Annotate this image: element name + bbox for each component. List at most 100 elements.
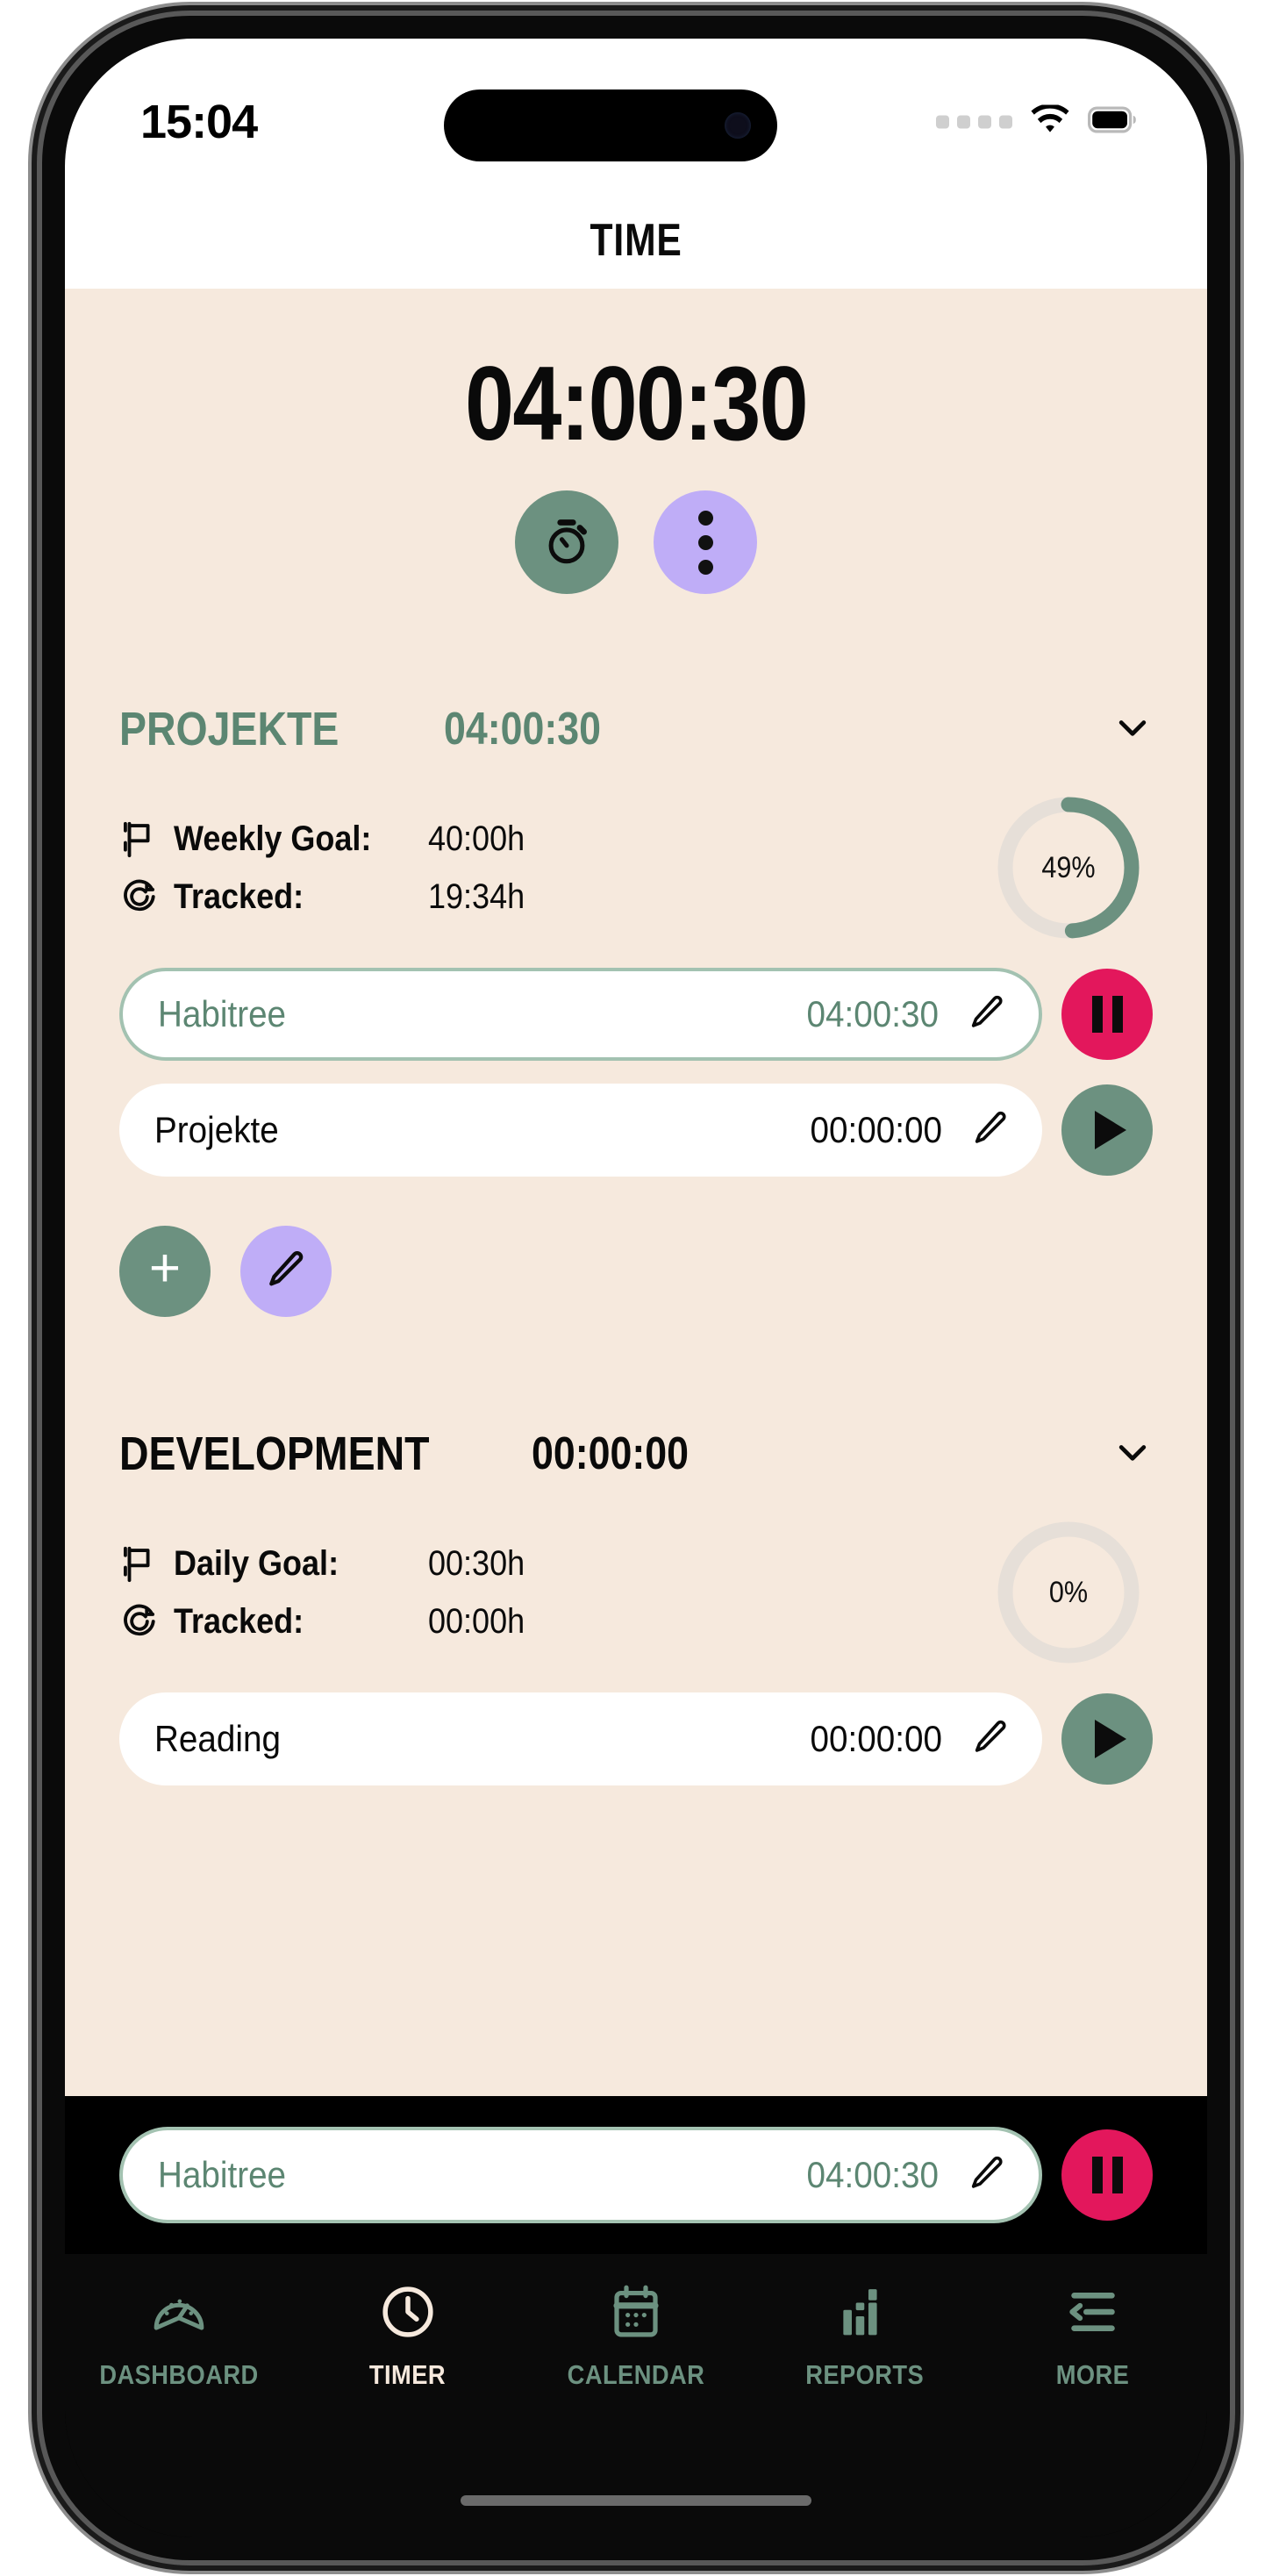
progress-ring-projekte: 49%: [991, 791, 1146, 945]
stopwatch-button[interactable]: [515, 490, 618, 594]
weekly-goal-row: Weekly Goal: 40:00h: [119, 810, 991, 868]
section-projekte: PROJEKTE 04:00:30 Weekly Goal: 40:00h Tr…: [65, 698, 1207, 1317]
wifi-icon: [1030, 104, 1070, 140]
tab-label: TIMER: [369, 2359, 447, 2390]
section-title: PROJEKTE: [119, 703, 339, 755]
chevron-down-icon: [1113, 708, 1152, 751]
tab-reports[interactable]: REPORTS: [776, 2280, 952, 2391]
task-name: Reading: [154, 1718, 281, 1759]
page-title: TIME: [590, 215, 682, 266]
daily-goal-value: 00:30h: [428, 1543, 525, 1583]
floating-pause-button[interactable]: [1061, 2129, 1153, 2221]
calendar-icon: [607, 2280, 665, 2343]
pause-button-habitree[interactable]: [1061, 969, 1153, 1060]
play-button-reading[interactable]: [1061, 1693, 1153, 1785]
goals-column: Weekly Goal: 40:00h Tracked: 19:34h: [119, 810, 991, 926]
progress-percent: 49%: [1041, 850, 1096, 884]
task-name: Habitree: [158, 993, 287, 1034]
task-card-projekte[interactable]: Projekte 00:00:00: [119, 1084, 1042, 1177]
section-title: DEVELOPMENT: [119, 1428, 430, 1480]
tab-dashboard[interactable]: DASHBOARD: [91, 2280, 267, 2391]
progress-percent: 0%: [1048, 1575, 1089, 1609]
status-bar-icons: [936, 104, 1137, 140]
target-icon: [119, 1601, 174, 1642]
daily-goal-row: Daily Goal: 00:30h: [119, 1535, 991, 1592]
section-total-time: 04:00:30: [444, 704, 602, 755]
main-content: 04:00:30 PROJEKTE 04:00:30 Weekly Goal: …: [65, 289, 1207, 2096]
more-options-button[interactable]: [654, 490, 757, 594]
front-camera: [725, 112, 751, 139]
home-indicator[interactable]: [461, 2495, 811, 2506]
tracked-row: Tracked: 19:34h: [119, 868, 991, 926]
pencil-icon[interactable]: [967, 992, 1007, 1037]
timer-actions: [65, 490, 1207, 594]
target-icon: [119, 877, 174, 917]
battery-full-icon: [1088, 106, 1137, 138]
goals-summary: Daily Goal: 00:30h Tracked: 00:00h 0%: [119, 1515, 1153, 1670]
task-row: Projekte 00:00:00: [119, 1084, 1153, 1177]
play-button-projekte[interactable]: [1061, 1084, 1153, 1176]
tab-calendar[interactable]: CALENDAR: [548, 2280, 724, 2391]
task-card-reading[interactable]: Reading 00:00:00: [119, 1692, 1042, 1785]
more-vertical-icon: [697, 510, 713, 575]
task-row: Reading 00:00:00: [119, 1692, 1153, 1785]
task-name: Projekte: [154, 1109, 279, 1150]
pencil-icon[interactable]: [970, 1717, 1011, 1762]
pencil-icon[interactable]: [970, 1108, 1011, 1153]
tab-more[interactable]: MORE: [1005, 2280, 1181, 2391]
tab-timer[interactable]: TIMER: [320, 2280, 496, 2391]
tracked-value: 19:34h: [428, 877, 525, 916]
section-collapse-toggle[interactable]: [1112, 709, 1153, 749]
section-collapse-toggle[interactable]: [1112, 1434, 1153, 1474]
nav-header: TIME: [65, 192, 1207, 289]
tab-label: REPORTS: [804, 2359, 924, 2390]
tab-label: CALENDAR: [567, 2359, 705, 2390]
tab-bar: DASHBOARD TIMER CALENDAR REPORTS MORE: [65, 2254, 1207, 2537]
progress-ring-development: 0%: [991, 1515, 1146, 1670]
section-total-time: 00:00:00: [532, 1428, 690, 1479]
plus-icon: +: [148, 1238, 182, 1299]
clock-icon: [379, 2280, 437, 2343]
menu-arrow-icon: [1064, 2280, 1122, 2343]
flag-icon: [119, 819, 174, 859]
status-bar: 15:04: [65, 39, 1207, 192]
tab-label: DASHBOARD: [99, 2359, 259, 2390]
signal-dots-icon: [936, 115, 1012, 129]
tracked-label: Tracked:: [174, 877, 304, 916]
stopwatch-icon: [541, 516, 592, 569]
floating-task-card[interactable]: Habitree 04:00:30: [119, 2127, 1042, 2223]
edit-tasks-button[interactable]: [240, 1226, 332, 1317]
task-row: Habitree 04:00:30: [119, 968, 1153, 1061]
dynamic-island: [444, 89, 777, 161]
goals-summary: Weekly Goal: 40:00h Tracked: 19:34h 49%: [119, 791, 1153, 945]
section-header[interactable]: DEVELOPMENT 00:00:00: [119, 1422, 1153, 1485]
pencil-icon: [264, 1248, 308, 1296]
chevron-down-icon: [1113, 1433, 1152, 1476]
floating-task-name: Habitree: [158, 2154, 287, 2195]
pause-icon: [1091, 996, 1123, 1033]
section-development: DEVELOPMENT 00:00:00 Daily Goal: 00:30h …: [65, 1422, 1207, 1785]
gauge-icon: [150, 2280, 208, 2343]
section-actions: +: [119, 1226, 1153, 1317]
weekly-goal-value: 40:00h: [428, 819, 525, 858]
pencil-icon[interactable]: [967, 2153, 1007, 2198]
play-icon: [1095, 1720, 1126, 1758]
task-time: 04:00:30: [806, 993, 939, 1034]
task-time: 00:00:00: [810, 1718, 942, 1759]
tab-label: MORE: [1055, 2359, 1130, 2390]
phone-inner-bezel: 15:04 TIME 04:00:30 PROJEKTE 04:00:30 We…: [65, 39, 1207, 2537]
tracked-row: Tracked: 00:00h: [119, 1592, 991, 1650]
floating-active-timer-bar: Habitree 04:00:30: [65, 2096, 1207, 2254]
screen: 15:04 TIME 04:00:30 PROJEKTE 04:00:30 We…: [65, 39, 1207, 2537]
flag-icon: [119, 1543, 174, 1584]
weekly-goal-label: Weekly Goal:: [174, 819, 372, 858]
status-bar-time: 15:04: [140, 96, 258, 148]
goals-column: Daily Goal: 00:30h Tracked: 00:00h: [119, 1535, 991, 1650]
main-timer-display: 04:00:30: [464, 345, 809, 462]
add-task-button[interactable]: +: [119, 1226, 211, 1317]
tracked-value: 00:00h: [428, 1601, 525, 1641]
phone-frame: 15:04 TIME 04:00:30 PROJEKTE 04:00:30 We…: [42, 16, 1230, 2560]
daily-goal-label: Daily Goal:: [174, 1543, 339, 1583]
section-header[interactable]: PROJEKTE 04:00:30: [119, 698, 1153, 761]
task-card-habitree[interactable]: Habitree 04:00:30: [119, 968, 1042, 1061]
